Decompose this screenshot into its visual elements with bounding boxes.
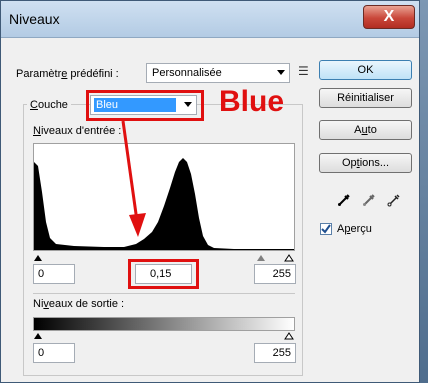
preset-dropdown[interactable]: Personnalisée [146, 63, 290, 83]
input-black-field[interactable]: 0 [33, 264, 75, 284]
preset-label: Paramètre prédéfini : [16, 68, 119, 80]
preset-value: Personnalisée [152, 67, 222, 79]
output-levels-slider[interactable] [33, 331, 295, 341]
output-levels-label: Niveaux de sortie : [33, 298, 125, 310]
output-white-handle[interactable] [284, 332, 294, 340]
chevron-down-icon [277, 70, 285, 75]
input-levels-label: Niveaux d'entrée : [33, 125, 122, 137]
blue-annotation-text: Blue [219, 85, 285, 118]
annotation-arrow [121, 120, 146, 237]
black-eyedropper-icon[interactable] [337, 193, 351, 207]
auto-button[interactable]: Auto [319, 120, 412, 140]
preset-menu-icon[interactable]: ☰ [298, 64, 309, 78]
channel-annotation-box [86, 90, 204, 121]
white-eyedropper-icon[interactable] [387, 193, 401, 207]
histogram [33, 143, 295, 251]
channel-label: Couche [27, 99, 71, 111]
output-white-field[interactable]: 255 [254, 343, 296, 363]
output-black-handle[interactable] [34, 333, 42, 339]
dialog-content: Paramètre prédéfini : Personnalisée ☰ OK… [7, 43, 413, 379]
white-point-handle[interactable] [284, 254, 294, 262]
levels-dialog: Niveaux X Paramètre prédéfini : Personna… [0, 0, 420, 383]
gamma-handle[interactable] [257, 255, 265, 261]
close-button[interactable]: X [363, 5, 415, 29]
title-bar: Niveaux X [1, 1, 419, 38]
divider [33, 293, 295, 294]
preview-checkbox[interactable] [320, 223, 332, 235]
checkmark-icon [321, 224, 331, 234]
gamma-annotation-box [128, 259, 199, 289]
options-button[interactable]: Options... [319, 153, 412, 173]
histogram-shape [34, 158, 294, 250]
preview-label: Aperçu [337, 223, 372, 235]
black-point-handle[interactable] [34, 255, 42, 261]
window-title: Niveaux [9, 11, 60, 27]
output-black-field[interactable]: 0 [33, 343, 75, 363]
input-white-field[interactable]: 255 [254, 264, 296, 284]
histogram-graph [34, 158, 294, 250]
ok-button[interactable]: OK [319, 60, 412, 80]
reset-button[interactable]: Réinitialiser [319, 88, 412, 108]
gray-eyedropper-icon[interactable] [362, 193, 376, 207]
output-gradient-bar [33, 317, 295, 331]
